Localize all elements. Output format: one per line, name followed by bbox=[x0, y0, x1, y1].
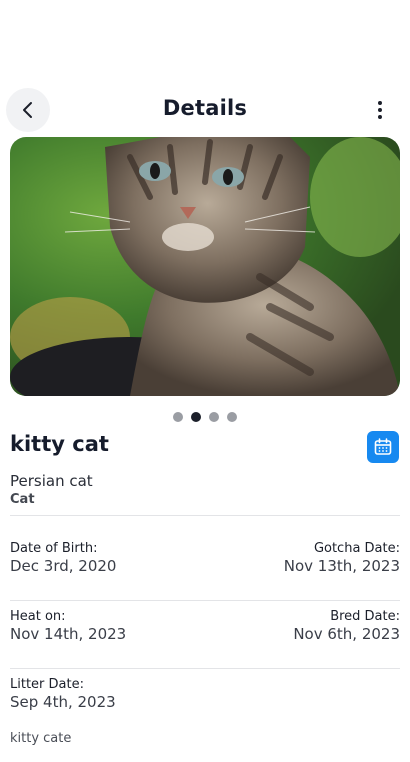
litter-date-value: Sep 4th, 2023 bbox=[10, 693, 116, 711]
pagination-dot[interactable] bbox=[173, 412, 183, 422]
divider bbox=[10, 600, 400, 601]
calendar-button[interactable] bbox=[367, 431, 399, 463]
pet-notes: kitty cate bbox=[10, 731, 72, 746]
kitten-image bbox=[10, 137, 400, 396]
bred-date-label: Bred Date: bbox=[330, 609, 400, 624]
pagination-dot-active[interactable] bbox=[191, 412, 201, 422]
calendar-icon bbox=[374, 438, 392, 455]
pet-breed: Persian cat bbox=[10, 472, 93, 490]
more-options-button[interactable] bbox=[370, 98, 390, 122]
image-pagination bbox=[0, 412, 410, 422]
birth-date-value: Dec 3rd, 2020 bbox=[10, 557, 117, 575]
vertical-ellipsis-icon bbox=[378, 101, 382, 105]
heat-date-label: Heat on: bbox=[10, 609, 66, 624]
pagination-dot[interactable] bbox=[227, 412, 237, 422]
heat-date-value: Nov 14th, 2023 bbox=[10, 625, 127, 643]
pet-name: kitty cat bbox=[10, 432, 109, 456]
page-title: Details bbox=[162, 96, 248, 120]
divider bbox=[10, 668, 400, 669]
bred-date-value: Nov 6th, 2023 bbox=[293, 625, 400, 643]
divider bbox=[10, 515, 400, 516]
pet-species: Cat bbox=[10, 492, 35, 507]
birth-date-label: Date of Birth: bbox=[10, 541, 98, 556]
gotcha-date-label: Gotcha Date: bbox=[313, 541, 400, 556]
pagination-dot[interactable] bbox=[209, 412, 219, 422]
litter-date-label: Litter Date: bbox=[10, 677, 84, 692]
top-bar: Details bbox=[0, 86, 410, 132]
gotcha-date-value: Nov 13th, 2023 bbox=[283, 557, 400, 575]
pet-photo[interactable] bbox=[10, 137, 400, 396]
